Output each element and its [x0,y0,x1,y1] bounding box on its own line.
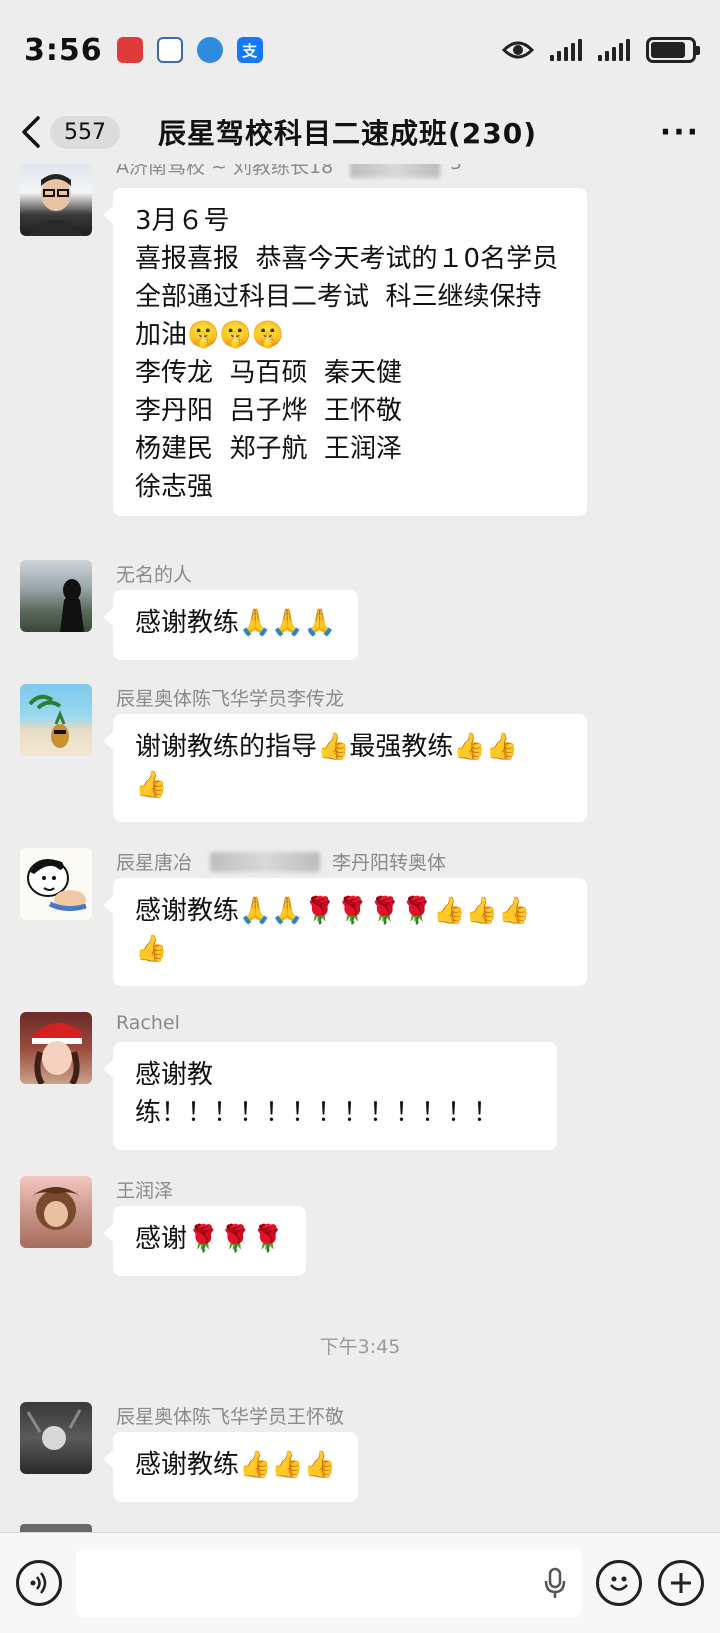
avatar[interactable] [20,1524,92,1532]
message-bubble[interactable]: 感谢教练🙏🙏🙏 [102,590,359,660]
alipay-icon: 支 [236,37,263,63]
avatar[interactable] [20,1402,92,1474]
battery-icon [646,37,700,63]
avatar[interactable] [20,1176,92,1248]
message-bubble[interactable]: 感谢教练👍👍👍 [102,1432,359,1502]
redacted-blur [210,852,320,872]
unread-count-badge: 557 [50,115,120,149]
signal-icon-1 [550,39,582,61]
sender-name: 王润泽 [116,1180,174,1202]
plus-icon[interactable] [658,1560,704,1606]
more-dots-icon[interactable]: ··· [660,115,700,150]
sender-name: A济南驾校 ~ 刘教练长18 [116,164,334,178]
back-button[interactable]: 557 [20,115,120,149]
avatar[interactable] [20,848,92,920]
sender-name: Rachel [116,1012,180,1034]
chevron-left-icon [22,116,40,148]
message-bubble[interactable]: 感谢教 练！！！！！！！！！！！！！ [103,1042,557,1150]
eye-icon [502,41,534,59]
microphone-icon[interactable] [544,1567,566,1599]
chat-timestamp: 下午3:45 [319,1336,401,1358]
app-icon-bank [156,37,183,63]
sender-name-tail: 5 [450,164,462,174]
sender-name: 辰星唐冶 [116,852,193,874]
redacted-blur [350,164,440,178]
message-bubble[interactable]: 谢谢教练的指导👍最强教练👍👍 👍 [103,714,587,822]
voice-icon[interactable] [16,1560,62,1606]
sender-name-tail: 李丹阳转奥体 [332,852,447,874]
input-bar [0,1532,720,1633]
chat-title: 辰星驾校科目二速成班(230) [158,117,538,150]
message-bubble[interactable]: 3月６号 喜报喜报 恭喜今天考试的１0名学员 全部通过科目二考试 科三继续保持加… [103,188,587,516]
app-icon-blue [196,37,223,63]
signal-icon-2 [598,39,630,61]
sender-name: 无名的人 [116,564,193,586]
message-input[interactable] [76,1549,582,1617]
sender-name: 辰星奥体陈飞华学员王怀敬 [116,1406,345,1428]
message-bubble[interactable]: 感谢教练🙏🙏🌹🌹🌹🌹👍👍👍 👍 [103,878,587,986]
status-time: 3:56 [24,32,103,68]
avatar[interactable] [20,164,92,236]
avatar[interactable] [20,684,92,756]
status-bar: 3:56 支 [0,0,720,100]
app-icon-red [116,37,143,63]
avatar[interactable] [20,1012,92,1084]
message-bubble[interactable]: 感谢🌹🌹🌹 [102,1206,307,1276]
avatar[interactable] [20,560,92,632]
chat-messages[interactable]: A济南驾校 ~ 刘教练长18 5 3月６号 喜报喜报 恭喜今天考试的１0名学员 … [0,164,720,1532]
sender-name: 辰星奥体陈飞华学员李传龙 [116,688,345,710]
chat-header: 557 辰星驾校科目二速成班(230) ··· [0,100,720,164]
emoji-icon[interactable] [596,1560,642,1606]
